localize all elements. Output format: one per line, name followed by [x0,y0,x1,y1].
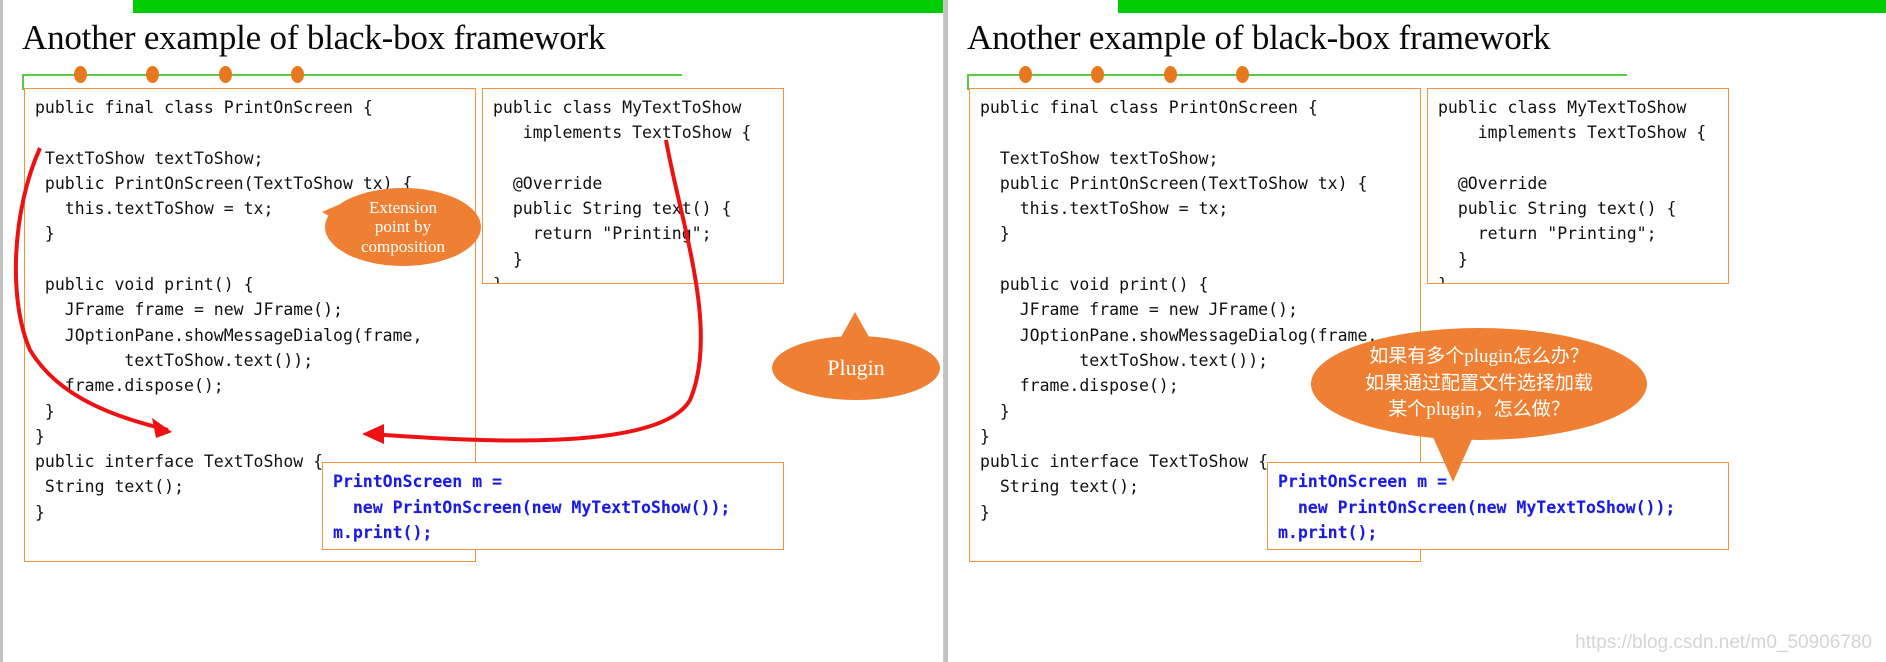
bullet-dot-4 [1236,66,1249,83]
callout-question-line-2: 如果通过配置文件选择加载 [1364,372,1593,394]
divider-line [22,74,682,76]
slide-right: Another example of black-box framework p… [943,0,1886,662]
bullet-dot-1 [1019,66,1032,83]
code-block-usage-right: PrintOnScreen m = new PrintOnScreen(new … [1267,462,1729,550]
slide-right-edge-rule [945,0,948,662]
code-block-plugin-left: public class MyTextToShow implements Tex… [482,88,784,284]
bullet-dot-3 [219,66,232,83]
csdn-watermark: https://blog.csdn.net/m0_50906780 [1575,632,1872,653]
callout-extension-point-line-2: point by [374,217,432,237]
title-divider-left [22,66,682,90]
title-divider-right [967,66,1627,90]
bullet-dot-3 [1164,66,1177,83]
code-block-usage-left: PrintOnScreen m = new PrintOnScreen(new … [322,462,784,550]
page-title-right: Another example of black-box framework [967,18,1551,57]
divider-line [967,74,1627,76]
bullet-dot-2 [146,66,159,83]
callout-extension-point-line-1: Extension [369,198,437,218]
bullet-dot-2 [1091,66,1104,83]
top-green-banner-right [1118,0,1886,13]
slide-pair-canvas: Another example of black-box framework p… [0,0,1886,662]
code-block-plugin-right: public class MyTextToShow implements Tex… [1427,88,1729,284]
callout-question-line-1: 如果有多个plugin怎么办？ [1369,346,1589,368]
callout-question: 如果有多个plugin怎么办？ 如果通过配置文件选择加载 某个plugin，怎么… [1311,328,1647,440]
callout-plugin-label: Plugin [827,354,885,380]
callout-plugin: Plugin [772,336,940,400]
bullet-dot-1 [74,66,87,83]
callout-extension-point: Extension point by composition [325,188,481,266]
bullet-dot-4 [291,66,304,83]
page-title-left: Another example of black-box framework [22,18,606,57]
callout-question-line-3: 某个plugin，怎么做？ [1388,399,1570,421]
callout-extension-point-line-3: composition [360,236,446,256]
slide-left: Another example of black-box framework p… [0,0,943,662]
top-green-banner-left [133,0,943,13]
slide-left-edge-rule [0,0,3,662]
